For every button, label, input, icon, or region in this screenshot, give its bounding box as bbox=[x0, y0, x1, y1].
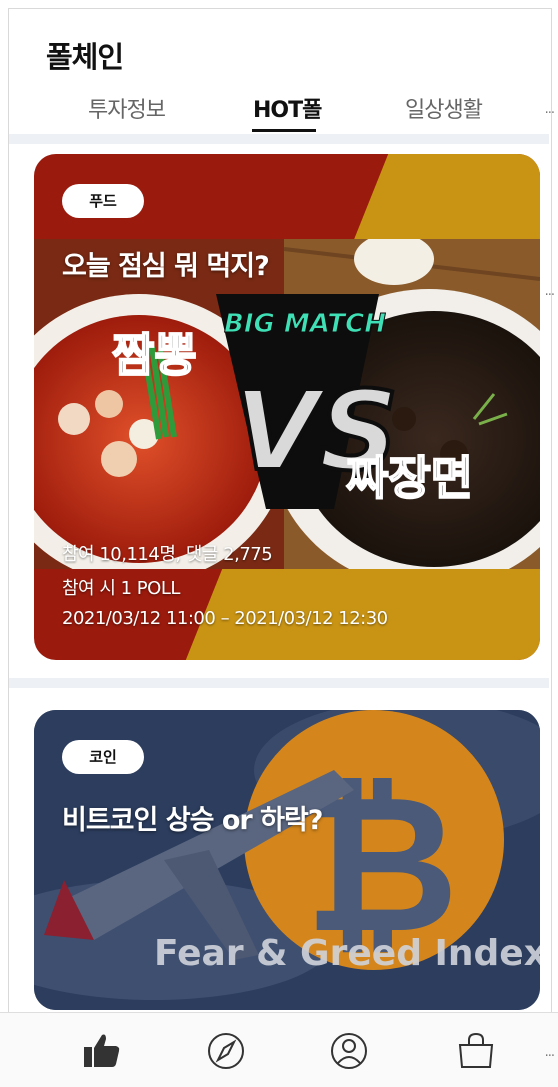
poll-card-coin[interactable]: ₿ Fear & Greed Index 코인 비트코인 상승 or 하락? bbox=[34, 710, 540, 1010]
tab-hot-poll[interactable]: HOT폴 bbox=[253, 92, 322, 124]
fear-greed-index-text: Fear & Greed Index bbox=[154, 933, 540, 974]
more-indicator: ... bbox=[544, 284, 555, 299]
poll-title-food: 오늘 점심 뭐 먹지? bbox=[62, 251, 270, 282]
poll-title-coin: 비트코인 상승 or 하락? bbox=[62, 805, 323, 836]
poll-card-food[interactable]: BIG MATCH VS 짬뽕 짜장면 푸드 오늘 점심 뭐 먹지? 참여 10… bbox=[34, 154, 540, 660]
thumbs-up-icon bbox=[84, 1034, 120, 1067]
more-indicator: ... bbox=[544, 1045, 555, 1060]
tab-investment-info[interactable]: 투자정보 bbox=[88, 92, 166, 124]
active-tab-indicator bbox=[252, 129, 316, 132]
big-match-text: BIG MATCH bbox=[224, 309, 386, 339]
poll-reward-food: 참여 시 1 POLL bbox=[62, 578, 180, 599]
category-badge-food: 푸드 bbox=[62, 184, 144, 218]
compass-icon bbox=[208, 1033, 244, 1069]
poll-period-food: 2021/03/12 11:00 – 2021/03/12 12:30 bbox=[62, 608, 388, 629]
bottom-navigation: ... bbox=[0, 1012, 558, 1087]
poll-stats-food: 참여 10,114명, 댓글 2,775 bbox=[62, 544, 273, 565]
jjajangmyeon-text: 짜장면 bbox=[346, 451, 473, 505]
jjamppong-text: 짬뽕 bbox=[112, 328, 197, 382]
category-badge-coin: 코인 bbox=[62, 740, 144, 774]
user-icon bbox=[331, 1033, 367, 1069]
tab-bar: 투자정보 HOT폴 일상생활 bbox=[0, 92, 558, 132]
more-indicator: ... bbox=[544, 102, 555, 117]
nav-my-page[interactable] bbox=[327, 1031, 371, 1071]
nav-hot-poll[interactable] bbox=[80, 1031, 124, 1071]
app-title: 폴체인 bbox=[46, 40, 124, 74]
section-divider bbox=[9, 678, 549, 688]
section-divider bbox=[9, 134, 549, 144]
shopping-bag-icon bbox=[458, 1032, 494, 1068]
nav-shop[interactable] bbox=[454, 1031, 498, 1071]
tab-daily-life[interactable]: 일상생활 bbox=[405, 92, 483, 124]
food-vs-image: BIG MATCH VS 짬뽕 짜장면 bbox=[34, 239, 540, 569]
nav-explore[interactable] bbox=[204, 1031, 248, 1071]
